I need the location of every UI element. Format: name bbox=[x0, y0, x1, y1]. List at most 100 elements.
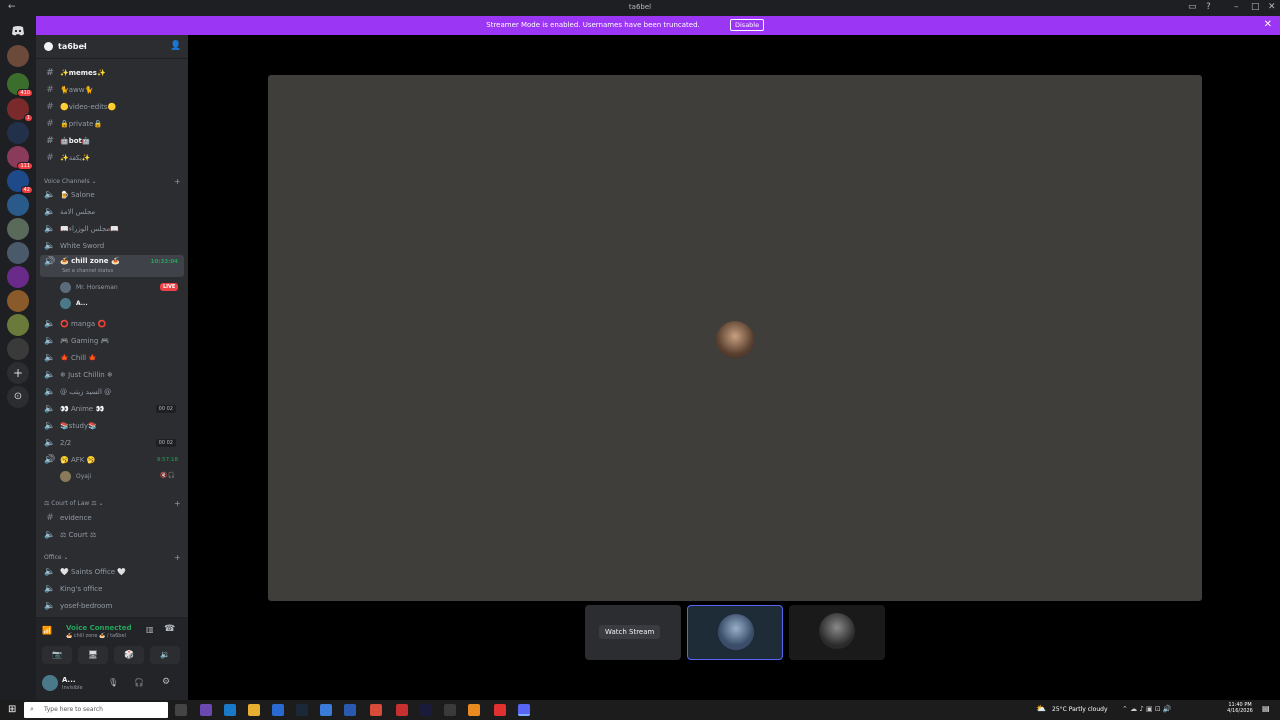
stream-video[interactable] bbox=[268, 75, 1202, 601]
channel-evidence[interactable]: # evidence bbox=[40, 510, 184, 525]
voice-channel[interactable]: 🔈 yosef-bedroom bbox=[40, 598, 184, 613]
help-icon[interactable]: ? bbox=[1206, 2, 1211, 12]
camera-button[interactable]: 📷 bbox=[42, 646, 72, 664]
server-icon[interactable] bbox=[7, 194, 29, 216]
voice-channel-active[interactable]: 🔊 🍝 chill zone 🍝 10:33:04 Set a channel … bbox=[40, 255, 184, 277]
category-court[interactable]: ⚖ Court of Law ⚖ ⌄ + bbox=[44, 499, 181, 508]
maximize-button[interactable]: □ bbox=[1251, 2, 1260, 12]
app-icon[interactable] bbox=[494, 704, 506, 716]
tray-icons[interactable]: ⌃ ☁ ♪ ▣ ⊡ 🔊 bbox=[1122, 705, 1172, 713]
channel-aww[interactable]: # 🐈aww🐈 bbox=[40, 82, 184, 97]
server-icon[interactable] bbox=[7, 242, 29, 264]
app-icon[interactable] bbox=[344, 704, 356, 716]
voice-channel[interactable]: 🔈 ❄ Just Chillin ❄ bbox=[40, 367, 184, 382]
voice-channel[interactable]: 🔈 📖مجلس الوزراء📖 bbox=[40, 221, 184, 236]
add-channel-icon[interactable]: + bbox=[174, 177, 181, 186]
category-office[interactable]: Office ⌄ + bbox=[44, 553, 181, 562]
username[interactable]: A... bbox=[62, 676, 76, 684]
notifications-icon[interactable]: ▤ bbox=[1262, 704, 1270, 713]
screen-share-button[interactable]: 🖥 bbox=[78, 646, 108, 664]
voice-status[interactable]: Voice Connected bbox=[30, 624, 180, 632]
chrome-icon[interactable] bbox=[370, 704, 382, 716]
server-icon[interactable] bbox=[7, 45, 29, 67]
file-explorer-icon[interactable] bbox=[248, 704, 260, 716]
add-channel-icon[interactable]: + bbox=[174, 553, 181, 562]
watch-stream-button[interactable]: Watch Stream bbox=[599, 625, 661, 639]
server-icon[interactable] bbox=[7, 266, 29, 288]
voice-channel[interactable]: 🔈 ⚖ Court ⚖ bbox=[40, 527, 184, 542]
voice-channel[interactable]: 🔈 🍺 Salone bbox=[40, 187, 184, 202]
voice-channel[interactable]: 🔈 مجلس الامة bbox=[40, 204, 184, 219]
voice-location[interactable]: 🍝 chill zone 🍝 / ta6bel bbox=[66, 633, 126, 639]
voice-channel[interactable]: 🔈 ⭕ manga ⭕ bbox=[40, 316, 184, 331]
add-friend-icon[interactable]: 👤 bbox=[170, 41, 181, 51]
noise-suppression-icon[interactable]: ▥ bbox=[146, 625, 154, 634]
inbox-icon[interactable]: ▭ bbox=[1188, 2, 1197, 12]
voice-channel[interactable]: 🔈 🤍 Saints Office 🤍 bbox=[40, 564, 184, 579]
discord-home-icon[interactable] bbox=[7, 20, 29, 42]
voice-channel[interactable]: 🔈 King's office bbox=[40, 581, 184, 596]
voice-channel[interactable]: 🔈 📚study📚 bbox=[40, 418, 184, 433]
voice-channel[interactable]: 🔈 🍁 Chill 🍁 bbox=[40, 350, 184, 365]
disable-button[interactable]: Disable bbox=[730, 19, 765, 31]
watch-stream-tile[interactable]: Watch Stream bbox=[585, 605, 681, 660]
server-icon[interactable] bbox=[7, 338, 29, 360]
add-channel-icon[interactable]: + bbox=[174, 499, 181, 508]
task-view-icon[interactable] bbox=[175, 704, 187, 716]
voice-channel[interactable]: 🔈 @ السيد زيتب @ bbox=[40, 384, 184, 399]
participant-tile[interactable] bbox=[789, 605, 885, 660]
app-icon[interactable] bbox=[320, 704, 332, 716]
gear-icon[interactable]: ⚙ bbox=[162, 677, 170, 687]
store-icon[interactable] bbox=[272, 704, 284, 716]
server-icon[interactable]: 111 bbox=[7, 146, 33, 170]
weather-text[interactable]: 25°C Partly cloudy bbox=[1052, 706, 1108, 713]
channel-misc[interactable]: # ✨يكفة✨ bbox=[40, 150, 184, 165]
close-window-button[interactable]: ✕ bbox=[1268, 2, 1276, 12]
channel-video-edits[interactable]: # 🟡video-edits🟡 bbox=[40, 99, 184, 114]
server-header[interactable]: ta6bel ⌄ 👤 bbox=[36, 35, 188, 59]
channel-memes[interactable]: # ✨memes✨ bbox=[40, 65, 184, 80]
category-voice-channels[interactable]: Voice Channels ⌄ + bbox=[44, 177, 181, 186]
windows-start-icon[interactable]: ⊞ bbox=[8, 704, 16, 715]
app-icon[interactable] bbox=[200, 704, 212, 716]
voice-channel[interactable]: 🔈 White Sword bbox=[40, 238, 184, 253]
voice-channel[interactable]: 🔈 🎮 Gaming 🎮 bbox=[40, 333, 184, 348]
server-icon[interactable]: 410 bbox=[7, 73, 33, 97]
voice-channel[interactable]: 🔈 2/2 00 02 bbox=[40, 435, 184, 450]
steam-icon[interactable] bbox=[296, 704, 308, 716]
activities-button[interactable]: 🎲 bbox=[114, 646, 144, 664]
soundboard-button[interactable]: 🔉 bbox=[150, 646, 180, 664]
voice-member[interactable]: A... bbox=[60, 298, 88, 309]
server-icon[interactable] bbox=[7, 314, 29, 336]
server-icon[interactable] bbox=[7, 290, 29, 312]
server-icon[interactable]: 42 bbox=[7, 170, 33, 194]
add-server-icon[interactable]: + bbox=[7, 362, 29, 384]
server-icon[interactable] bbox=[7, 218, 29, 240]
voice-channel-afk[interactable]: 🔊 🥱 AFK 🥱 9:57:18 bbox=[40, 452, 184, 467]
server-icon[interactable]: 1 bbox=[7, 98, 33, 122]
voice-channel[interactable]: 🔈 👀 Anime 👀 00 02 bbox=[40, 401, 184, 416]
microphone-icon[interactable]: 🎙 bbox=[108, 678, 118, 687]
app-icon[interactable] bbox=[420, 704, 432, 716]
app-icon[interactable] bbox=[396, 704, 408, 716]
channel-status[interactable]: Set a channel status bbox=[62, 268, 113, 274]
server-icon[interactable] bbox=[7, 122, 29, 144]
voice-member[interactable]: Oyaji bbox=[60, 471, 91, 482]
discord-taskbar-icon[interactable] bbox=[518, 704, 530, 716]
back-arrow-icon[interactable]: ← bbox=[8, 2, 16, 12]
app-icon[interactable] bbox=[444, 704, 456, 716]
edge-icon[interactable] bbox=[224, 704, 236, 716]
channel-bot[interactable]: # 🤖bot🤖 bbox=[40, 133, 184, 148]
discover-icon[interactable]: ⊙ bbox=[7, 386, 29, 408]
participant-tile[interactable] bbox=[687, 605, 783, 660]
clock[interactable]: 11:40 PM 4/16/2026 bbox=[1222, 702, 1258, 714]
voice-member[interactable]: Mr. Horseman bbox=[60, 282, 118, 293]
disconnect-icon[interactable]: ☎ bbox=[164, 624, 175, 634]
channel-private[interactable]: # 🔒private🔒 bbox=[40, 116, 184, 131]
close-icon[interactable]: ✕ bbox=[1264, 19, 1272, 30]
minimize-button[interactable]: – bbox=[1234, 2, 1239, 12]
avatar[interactable] bbox=[42, 675, 58, 691]
taskbar-search-box[interactable]: ⌕ Type here to search bbox=[24, 702, 168, 718]
headphones-icon[interactable]: 🎧 bbox=[134, 678, 144, 687]
app-icon[interactable] bbox=[468, 704, 480, 716]
